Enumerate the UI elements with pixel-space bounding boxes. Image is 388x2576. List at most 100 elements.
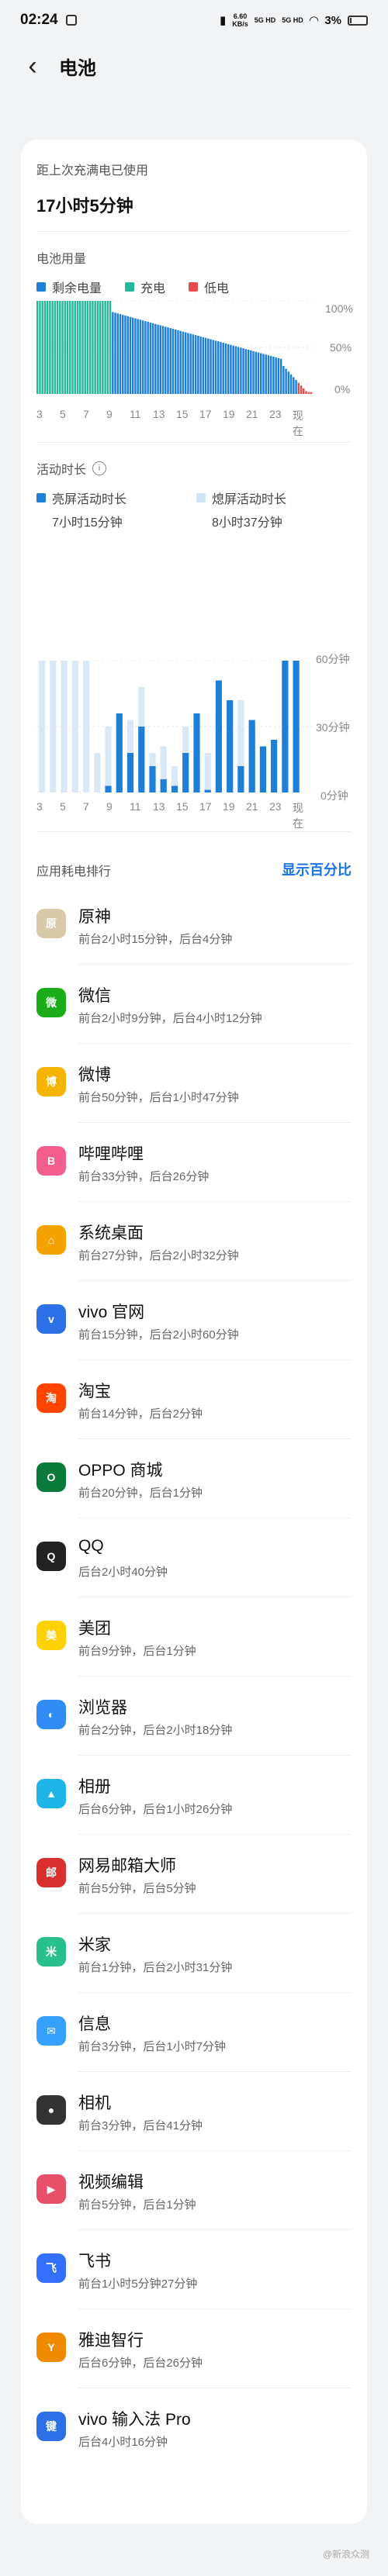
app-usage-detail: 前台20分钟，后台1分钟 [78, 1487, 203, 1500]
activity-chart [36, 661, 313, 792]
usage-bar [192, 334, 195, 394]
battery-usage-chart [36, 301, 313, 395]
app-name: 原神 [78, 908, 111, 926]
usage-bar [257, 352, 260, 394]
app-usage-row[interactable]: ▶ 视频编辑 前台5分钟，后台1分钟 [21, 2151, 367, 2230]
app-usage-row[interactable]: 米米家 前台1分钟，后台2小时31分钟 [21, 1914, 367, 1993]
usage-bar [252, 350, 255, 394]
app-usage-row[interactable]: 飞飞书 前台1小时5分钟27分钟 [21, 2230, 367, 2309]
app-usage-row[interactable]: ▲ 相册 后台6分钟，后台1小时26分钟 [21, 1756, 367, 1835]
app-usage-row[interactable]: ● 相机 前台3分钟，后台41分钟 [21, 2072, 367, 2151]
screen-on-bar [293, 661, 300, 792]
vibrate-icon: ▮ [219, 14, 227, 27]
app-usage-row[interactable]: ◐ 浏览器 前台2分钟，后台2小时18分钟 [21, 1676, 367, 1756]
usage-bar [106, 301, 109, 394]
app-usage-row[interactable]: 邮网易邮箱大师 前台5分钟，后台5分钟 [21, 1835, 367, 1914]
usage-bar [81, 301, 84, 394]
app-name: 淘宝 [78, 1383, 111, 1400]
usage-bar [182, 331, 185, 394]
app-usage-row[interactable]: 原原神 前台2小时15分钟，后台4分钟 [21, 886, 367, 965]
app-name: 相册 [78, 1778, 111, 1796]
activity-xtick: 3 [36, 800, 43, 813]
usage-bar [227, 344, 230, 394]
back-button[interactable]: ‹ [17, 50, 48, 81]
screen-on-label: 亮屏活动时长 [52, 493, 127, 506]
app-usage-row[interactable]: Y 雅迪智行 后台6分钟，后台26分钟 [21, 2309, 367, 2388]
usage-bar [272, 357, 275, 394]
usage-xtick: 15 [176, 408, 189, 420]
usage-bar [207, 338, 210, 394]
app-usage-row[interactable]: B 哔哩哔哩 前台33分钟，后台26分钟 [21, 1123, 367, 1202]
app-usage-detail: 前台50分钟，后台1小时47分钟 [78, 1091, 239, 1104]
legend-remaining: 剩余电量 [36, 278, 102, 296]
app-usage-row[interactable]: O OPPO 商城 前台20分钟，后台1分钟 [21, 1439, 367, 1518]
app-usage-row[interactable]: 微微信 前台2小时9分钟，后台4小时12分钟 [21, 965, 367, 1044]
app-usage-row[interactable]: ✉ 信息 前台3分钟，后台1小时7分钟 [21, 1993, 367, 2072]
app-name: 网易邮箱大师 [78, 1857, 176, 1875]
app-name: 哔哩哔哩 [78, 1145, 144, 1163]
app-usage-row[interactable]: 键 vivo 输入法 Pro 后台4小时16分钟 [21, 2388, 367, 2467]
usage-bar [71, 301, 74, 394]
ranking-title: 应用耗电排行 [36, 865, 112, 879]
app-icon: 飞 [36, 2253, 66, 2283]
usage-bar [267, 355, 270, 394]
usage-bar [237, 347, 240, 394]
usage-bar [122, 315, 124, 394]
app-usage-row[interactable]: 博微博 前台50分钟，后台1小时47分钟 [21, 1044, 367, 1123]
app-icon: 键 [36, 2412, 66, 2441]
usage-bar [269, 356, 272, 394]
usage-bar [54, 301, 57, 394]
app-icon: O [36, 1462, 66, 1492]
battery-icon [348, 15, 368, 26]
usage-bar [43, 301, 47, 394]
usage-bar [184, 332, 187, 394]
app-usage-row[interactable]: Q QQ 后台2小时40分钟 [21, 1518, 367, 1597]
app-name: 系统桌面 [78, 1224, 144, 1242]
usage-bar [171, 329, 175, 394]
usage-bar [217, 341, 220, 394]
usage-bar [76, 301, 79, 394]
activity-xtick: 5 [60, 800, 66, 813]
usage-xtick: 19 [223, 408, 235, 420]
summary-value: 17小时5分钟 [36, 196, 133, 216]
app-usage-detail: 后台4小时16分钟 [78, 2436, 168, 2449]
app-icon: 原 [36, 909, 66, 938]
battery-percent: 3% [324, 13, 341, 27]
usage-bar [240, 347, 242, 394]
status-time: 02:24 [20, 12, 58, 28]
app-name: vivo 官网 [78, 1304, 145, 1321]
app-usage-row[interactable]: ⌂ 系统桌面 前台27分钟，后台2小时32分钟 [21, 1202, 367, 1281]
divider [36, 831, 352, 832]
app-usage-detail: 前台5分钟，后台1分钟 [78, 2198, 196, 2212]
screen-off-label: 熄屏活动时长 [212, 493, 287, 506]
app-usage-row[interactable]: 淘淘宝 前台14分钟，后台2分钟 [21, 1360, 367, 1439]
usage-bar [289, 374, 293, 394]
activity-header: 活动时长 i [36, 459, 107, 478]
usage-xtick: 3 [36, 408, 43, 420]
usage-bar [303, 388, 305, 394]
app-name: 雅迪智行 [78, 2332, 144, 2350]
status-bar: 02:24 ▮ 6.60 KB/s 5G HD 5G HD ◠ 3% [0, 0, 388, 40]
usage-bar [129, 316, 132, 394]
signal-1: 5G HD [254, 16, 276, 24]
usage-bar [126, 316, 129, 394]
usage-ytick-50: 50% [330, 341, 352, 354]
app-usage-row[interactable]: v vivo 官网 前台15分钟，后台2小时60分钟 [21, 1281, 367, 1360]
info-icon[interactable]: i [92, 461, 107, 475]
screen-off-bar [39, 661, 46, 792]
divider [36, 442, 352, 443]
usage-bar [277, 357, 280, 394]
usage-xtick: 7 [83, 408, 89, 420]
app-usage-detail: 前台2小时9分钟，后台4小时12分钟 [78, 1012, 262, 1025]
activity-xaxis: 3 5 7 9 11 13 15 17 19 21 23 现在 [36, 800, 313, 830]
app-usage-row[interactable]: 美美团 前台9分钟，后台1分钟 [21, 1597, 367, 1676]
usage-bar [96, 301, 99, 394]
usage-bar [51, 301, 54, 394]
usage-bar [141, 320, 144, 394]
legend-dot [125, 282, 135, 292]
show-percent-button[interactable]: 显示百分比 [282, 859, 352, 879]
app-name: 米家 [78, 1936, 111, 1954]
usage-bar [134, 318, 137, 394]
screen-on-bar [237, 766, 244, 792]
divider [36, 231, 352, 232]
